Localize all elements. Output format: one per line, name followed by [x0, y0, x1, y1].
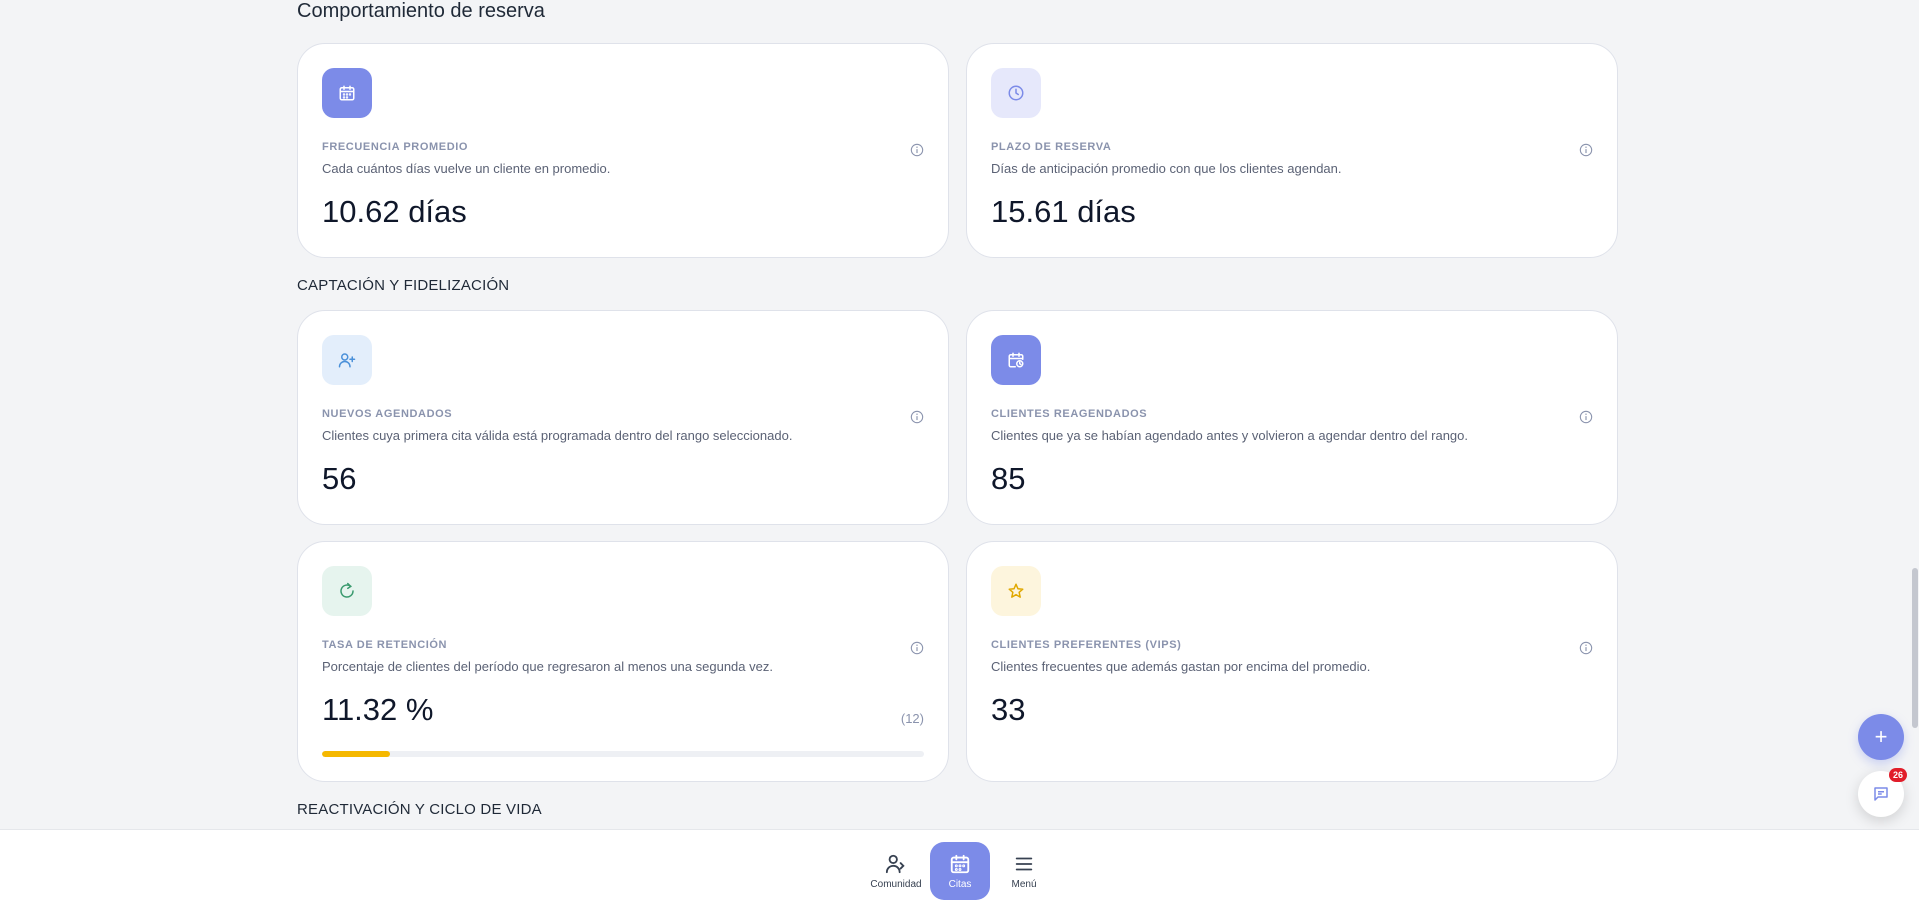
metric-value: 85: [991, 461, 1026, 496]
users-icon: [885, 854, 905, 873]
calendar-icon: [322, 68, 372, 118]
card-average-frequency: FRECUENCIA PROMEDIO Cada cuántos días vu…: [297, 43, 949, 258]
card-vip-clients: CLIENTES PREFERENTES (VIPS) Clientes fre…: [966, 541, 1618, 782]
notification-badge: 26: [1889, 768, 1907, 782]
metric-value: 15.61 días: [991, 194, 1136, 229]
calendar-clock-icon: [991, 335, 1041, 385]
retention-progress-fill: [322, 751, 391, 757]
nav-item-menu[interactable]: Menú: [994, 842, 1054, 900]
nav-item-appointments[interactable]: Citas: [930, 842, 990, 900]
metric-description: Días de anticipación promedio con que lo…: [991, 161, 1342, 176]
metric-label: NUEVOS AGENDADOS: [322, 408, 453, 420]
metric-description: Porcentaje de clientes del período que r…: [322, 659, 773, 674]
info-icon[interactable]: [1579, 410, 1593, 424]
metric-value: 10.62 días: [322, 194, 467, 229]
metric-label: PLAZO DE RESERVA: [991, 141, 1112, 153]
card-booking-lead-time: PLAZO DE RESERVA Días de anticipación pr…: [966, 43, 1618, 258]
page: Comportamiento de reserva FRECUENCIA PRO…: [0, 0, 1919, 907]
hamburger-menu-icon: [1015, 857, 1033, 870]
section-title-acquisition: CAPTACIÓN Y FIDELIZACIÓN: [297, 277, 510, 294]
info-icon[interactable]: [910, 641, 924, 655]
metric-description: Clientes que ya se habían agendado antes…: [991, 428, 1469, 443]
nav-label: Menú: [1011, 878, 1037, 890]
metric-value: 11.32 %: [322, 692, 434, 727]
retention-progress-bar: [322, 751, 924, 757]
add-button[interactable]: +: [1858, 714, 1904, 760]
metric-label: TASA DE RETENCIÓN: [322, 639, 448, 651]
info-icon[interactable]: [910, 143, 924, 157]
star-icon: [991, 566, 1041, 616]
info-icon[interactable]: [1579, 641, 1593, 655]
metric-label: FRECUENCIA PROMEDIO: [322, 141, 469, 153]
metric-label: CLIENTES PREFERENTES (VIPS): [991, 639, 1182, 651]
card-new-bookings: NUEVOS AGENDADOS Clientes cuya primera c…: [297, 310, 949, 525]
info-icon[interactable]: [1579, 143, 1593, 157]
scrollbar-thumb[interactable]: [1912, 568, 1918, 728]
calendar-icon: [950, 854, 970, 873]
chat-icon: [1874, 787, 1888, 801]
chat-button[interactable]: 26: [1858, 768, 1907, 817]
plus-icon: +: [1874, 724, 1888, 749]
user-plus-icon: [322, 335, 372, 385]
metric-description: Cada cuántos días vuelve un cliente en p…: [322, 161, 611, 176]
nav-item-community[interactable]: Comunidad: [866, 842, 926, 900]
metric-value: 56: [322, 461, 357, 496]
card-rebooked-clients: CLIENTES REAGENDADOS Clientes que ya se …: [966, 310, 1618, 525]
refresh-icon: [322, 566, 372, 616]
nav-label: Citas: [948, 878, 972, 890]
metric-value: 33: [991, 692, 1026, 727]
returning-count: (12): [900, 711, 924, 726]
bottom-nav: Comunidad Citas Menú: [0, 829, 1919, 907]
metric-description: Clientes cuya primera cita válida está p…: [322, 428, 793, 443]
section-title-booking-behavior: Comportamiento de reserva: [297, 0, 545, 22]
info-icon[interactable]: [910, 410, 924, 424]
card-retention-rate: TASA DE RETENCIÓN Porcentaje de clientes…: [297, 541, 949, 782]
metric-description: Clientes frecuentes que además gastan po…: [991, 659, 1371, 674]
section-title-reactivation: REACTIVACIÓN Y CICLO DE VIDA: [297, 801, 542, 818]
scrollbar[interactable]: [1911, 0, 1919, 829]
clock-icon: [991, 68, 1041, 118]
nav-label: Comunidad: [870, 878, 922, 890]
metric-label: CLIENTES REAGENDADOS: [991, 408, 1148, 420]
